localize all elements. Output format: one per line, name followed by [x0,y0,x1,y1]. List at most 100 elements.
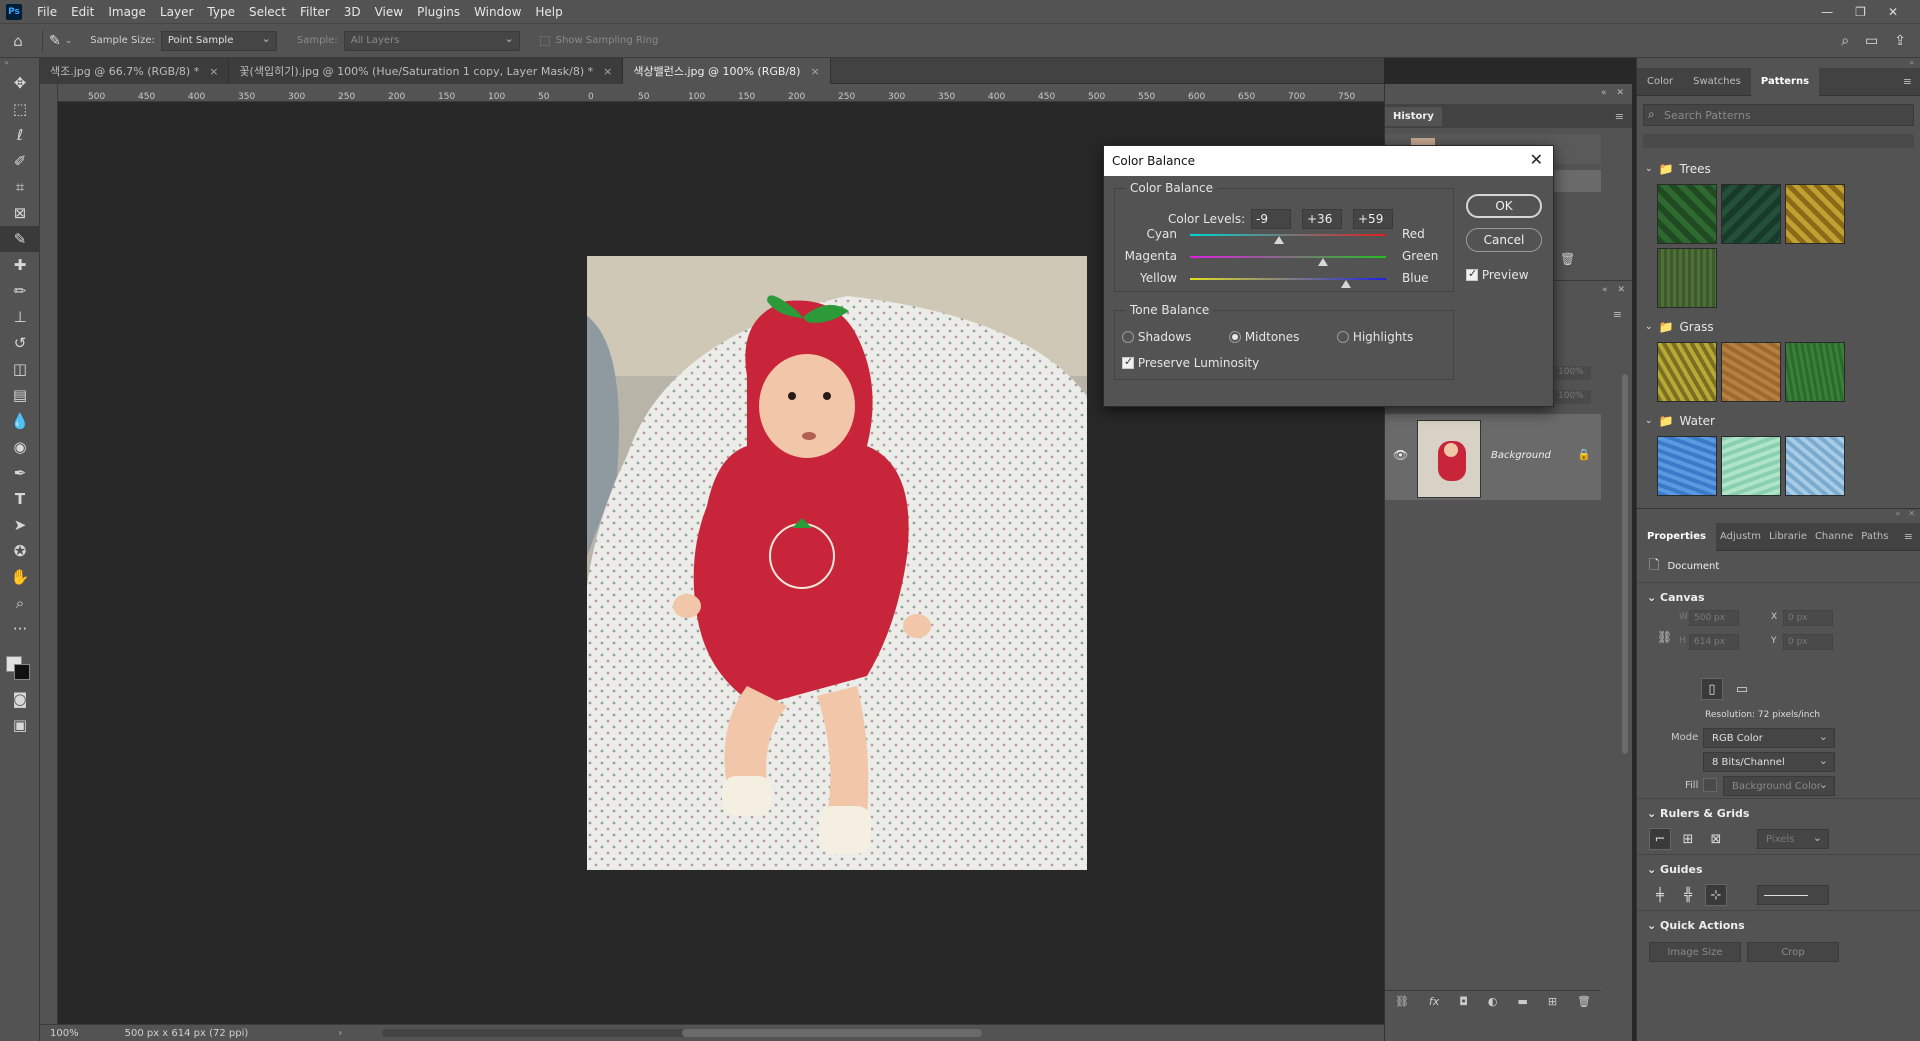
ruler-icon[interactable]: ⌐ [1649,828,1671,850]
dialog-titlebar[interactable]: Color Balance ✕ [1104,146,1553,176]
sampling-ring-checkbox[interactable] [539,35,550,46]
crop-button[interactable]: Crop [1747,942,1839,962]
pattern-swatch[interactable] [1785,184,1845,244]
width-field[interactable]: 500 px [1689,610,1739,626]
yellow-blue-level-input[interactable]: +59 [1353,209,1393,229]
collapse-icon[interactable]: « [1895,509,1900,523]
shape-tool-icon[interactable]: ✪ [0,538,40,564]
tab-swatches[interactable]: Swatches [1683,68,1751,96]
delete-state-icon[interactable]: 🗑 [1560,252,1575,266]
menu-layer[interactable]: Layer [153,0,200,24]
home-icon[interactable]: ⌂ [0,32,36,50]
eraser-tool-icon[interactable]: ◫ [0,356,40,382]
panel-menu-icon[interactable]: ≡ [1613,308,1622,321]
tab-libraries[interactable]: Librarie [1765,523,1811,551]
pattern-swatch[interactable] [1721,342,1781,402]
y-field[interactable]: 0 px [1783,634,1833,650]
tab-patterns[interactable]: Patterns [1750,67,1820,96]
pattern-swatch[interactable] [1657,184,1717,244]
pattern-swatch[interactable] [1657,436,1717,496]
landscape-orientation-icon[interactable]: ▭ [1731,678,1753,700]
pattern-swatch[interactable] [1721,184,1781,244]
crop-tool-icon[interactable]: ⌗ [0,174,40,200]
pixel-grid-icon[interactable]: ⊠ [1705,828,1727,850]
pen-tool-icon[interactable]: ✒ [0,460,40,486]
chevron-right-icon[interactable]: › [338,1028,342,1039]
collapse-icon[interactable]: « [1602,285,1608,296]
tab-document-2[interactable]: 꽃(색입히기).jpg @ 100% (Hue/Saturation 1 cop… [229,58,624,84]
add-mask-icon[interactable]: ◘ [1459,995,1468,1008]
blur-tool-icon[interactable]: 💧 [0,408,40,434]
document-image[interactable] [587,256,1087,870]
quick-mask-icon[interactable]: ◙ [0,686,40,712]
guides-title[interactable]: ⌄ Guides [1637,854,1920,880]
panel-menu-icon[interactable]: ≡ [1903,75,1912,88]
hand-tool-icon[interactable]: ✋ [0,564,40,590]
color-mode-select[interactable]: RGB Color [1703,728,1835,748]
color-slider-track[interactable] [1190,256,1386,258]
new-group-icon[interactable]: ▬ [1517,995,1527,1008]
image-size-button[interactable]: Image Size [1649,942,1741,962]
menu-view[interactable]: View [368,0,410,24]
gradient-tool-icon[interactable]: ▤ [0,382,40,408]
shadows-radio[interactable]: Shadows [1122,330,1191,344]
tab-color[interactable]: Color [1637,68,1683,96]
frame-tool-icon[interactable]: ⊠ [0,200,40,226]
guide-from-shape-icon[interactable]: ⊹ [1705,884,1727,906]
guides-icon[interactable]: ╪ [1649,884,1671,906]
tab-properties[interactable]: Properties [1637,522,1716,551]
dodge-tool-icon[interactable]: ◉ [0,434,40,460]
panel-menu-icon[interactable]: ≡ [1615,110,1624,123]
close-panel-icon[interactable]: ✕ [1616,88,1624,100]
menu-file[interactable]: File [30,0,64,24]
close-tab-icon[interactable]: × [603,65,612,78]
collapse-icon[interactable]: » [1909,58,1914,68]
sample-size-select[interactable]: Point Sample [160,30,277,51]
menu-filter[interactable]: Filter [293,0,337,24]
menu-help[interactable]: Help [528,0,569,24]
eyedropper-tool-icon[interactable]: ✎ [0,226,40,252]
menu-3d[interactable]: 3D [337,0,368,24]
magenta-green-level-input[interactable]: +36 [1302,209,1342,229]
link-layers-icon[interactable]: ⛓ [1395,995,1409,1008]
tab-channels[interactable]: Channe [1811,523,1857,551]
quick-select-tool-icon[interactable]: ✐ [0,148,40,174]
color-swatches[interactable] [0,642,39,686]
slider-thumb[interactable] [1274,236,1285,244]
screen-mode-icon[interactable]: ▣ [0,712,40,738]
move-tool-icon[interactable]: ✥ [0,70,40,96]
ok-button[interactable]: OK [1466,194,1542,218]
preserve-luminosity-checkbox[interactable]: Preserve Luminosity [1122,355,1259,370]
tab-document-3[interactable]: 색상밸런스.jpg @ 100% (RGB/8) × [623,58,831,84]
panel-scrollbar[interactable] [1622,374,1628,754]
share-icon[interactable]: ⇪ [1894,33,1906,49]
adjustment-layer-icon[interactable]: ◐ [1488,995,1498,1008]
lasso-tool-icon[interactable]: ℓ [0,122,40,148]
menu-window[interactable]: Window [467,0,528,24]
close-panel-icon[interactable]: ✕ [1617,285,1625,296]
sample-select[interactable]: All Layers [343,30,520,51]
chevron-down-icon[interactable]: ⌄ [65,36,73,46]
menu-type[interactable]: Type [200,0,242,24]
x-field[interactable]: 0 px [1783,610,1833,626]
portrait-orientation-icon[interactable]: ▯ [1701,678,1723,700]
layer-row-background[interactable]: 👁 Background 🔒 [1385,414,1601,500]
menu-select[interactable]: Select [242,0,293,24]
close-window-icon[interactable]: ✕ [1888,5,1898,19]
preview-checkbox[interactable]: Preview [1466,267,1529,282]
path-select-tool-icon[interactable]: ➤ [0,512,40,538]
rulers-grids-title[interactable]: ⌄ Rulers & Grids [1637,798,1920,824]
document-info[interactable]: 500 px x 614 px (72 ppi) [125,1028,249,1039]
pattern-group-trees[interactable]: ⌄ 📁 Trees [1637,156,1920,182]
bit-depth-select[interactable]: 8 Bits/Channel [1703,752,1835,772]
color-slider-track[interactable] [1190,278,1386,280]
fill-field[interactable]: 100% [1555,390,1591,404]
pattern-group-grass[interactable]: ⌄ 📁 Grass [1637,314,1920,340]
search-patterns-input[interactable]: ⌕ Search Patterns [1643,104,1914,126]
background-color-swatch[interactable] [14,664,30,680]
restore-icon[interactable]: ❐ [1855,5,1866,19]
zoom-level[interactable]: 100% [50,1028,79,1039]
ruler-units-select[interactable]: Pixels [1757,829,1829,849]
fill-select[interactable]: Background Color [1723,776,1835,796]
close-tab-icon[interactable]: × [209,65,218,78]
